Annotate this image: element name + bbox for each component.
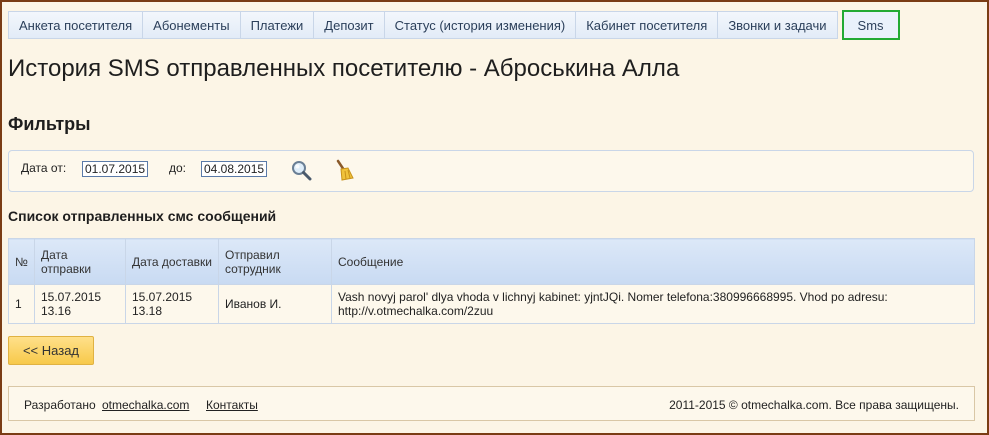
cell-number: 1 — [8, 284, 35, 324]
cell-delivered-date: 15.07.2015 13.18 — [125, 284, 219, 324]
page-title: История SMS отправленных посетителю - Аб… — [8, 55, 680, 82]
delivered-time: 13.18 — [132, 304, 163, 318]
tab-status-history[interactable]: Статус (история изменения) — [384, 11, 577, 39]
footer: Разработано otmechalka.com Контакты 2011… — [8, 386, 975, 421]
date-from-input[interactable] — [82, 161, 148, 177]
footer-developed-label: Разработано — [24, 398, 96, 412]
column-header-sent-date: Дата отправки — [34, 238, 126, 285]
search-icon[interactable] — [290, 159, 312, 181]
tab-deposit[interactable]: Депозит — [314, 11, 385, 39]
table-row: 1 15.07.2015 13.16 15.07.2015 13.18 Иван… — [8, 284, 975, 324]
cell-sender: Иванов И. — [218, 284, 332, 324]
sent-time: 13.16 — [41, 304, 72, 318]
tab-visitor-cabinet[interactable]: Кабинет посетителя — [576, 11, 719, 39]
sms-list-heading: Список отправленных смс сообщений — [8, 208, 277, 224]
sms-table: № Дата отправки Дата доставки Отправил с… — [8, 238, 975, 324]
broom-icon[interactable] — [333, 159, 355, 181]
date-to-label: до: — [169, 161, 187, 175]
date-to-input[interactable] — [201, 161, 267, 177]
tab-bar: Анкета посетителя Абонементы Платежи Деп… — [8, 10, 900, 40]
tab-payments[interactable]: Платежи — [240, 11, 315, 39]
cell-sent-date: 15.07.2015 13.16 — [34, 284, 126, 324]
tab-subscriptions[interactable]: Абонементы — [143, 11, 241, 39]
filters-heading: Фильтры — [8, 114, 91, 134]
tab-visitor-profile[interactable]: Анкета посетителя — [8, 11, 144, 39]
column-header-number: № — [8, 238, 35, 285]
back-button[interactable]: << Назад — [8, 336, 94, 365]
footer-contacts-link[interactable]: Контакты — [206, 398, 258, 412]
sent-date: 15.07.2015 — [41, 290, 102, 304]
tab-sms[interactable]: Sms — [841, 10, 900, 40]
tab-calls-tasks[interactable]: Звонки и задачи — [718, 11, 838, 39]
table-header-row: № Дата отправки Дата доставки Отправил с… — [8, 238, 975, 285]
column-header-message: Сообщение — [331, 238, 975, 285]
delivered-date: 15.07.2015 — [132, 290, 193, 304]
date-from-label: Дата от: — [21, 161, 67, 175]
footer-copyright: 2011-2015 © otmechalka.com. Все права за… — [669, 398, 959, 412]
cell-message: Vash novyj parol' dlya vhoda v lichnyj k… — [331, 284, 975, 324]
footer-developer-link[interactable]: otmechalka.com — [102, 398, 189, 412]
column-header-delivered-date: Дата доставки — [125, 238, 219, 285]
filter-panel: Дата от: до: — [8, 150, 974, 192]
column-header-sender: Отправил сотрудник — [218, 238, 332, 285]
